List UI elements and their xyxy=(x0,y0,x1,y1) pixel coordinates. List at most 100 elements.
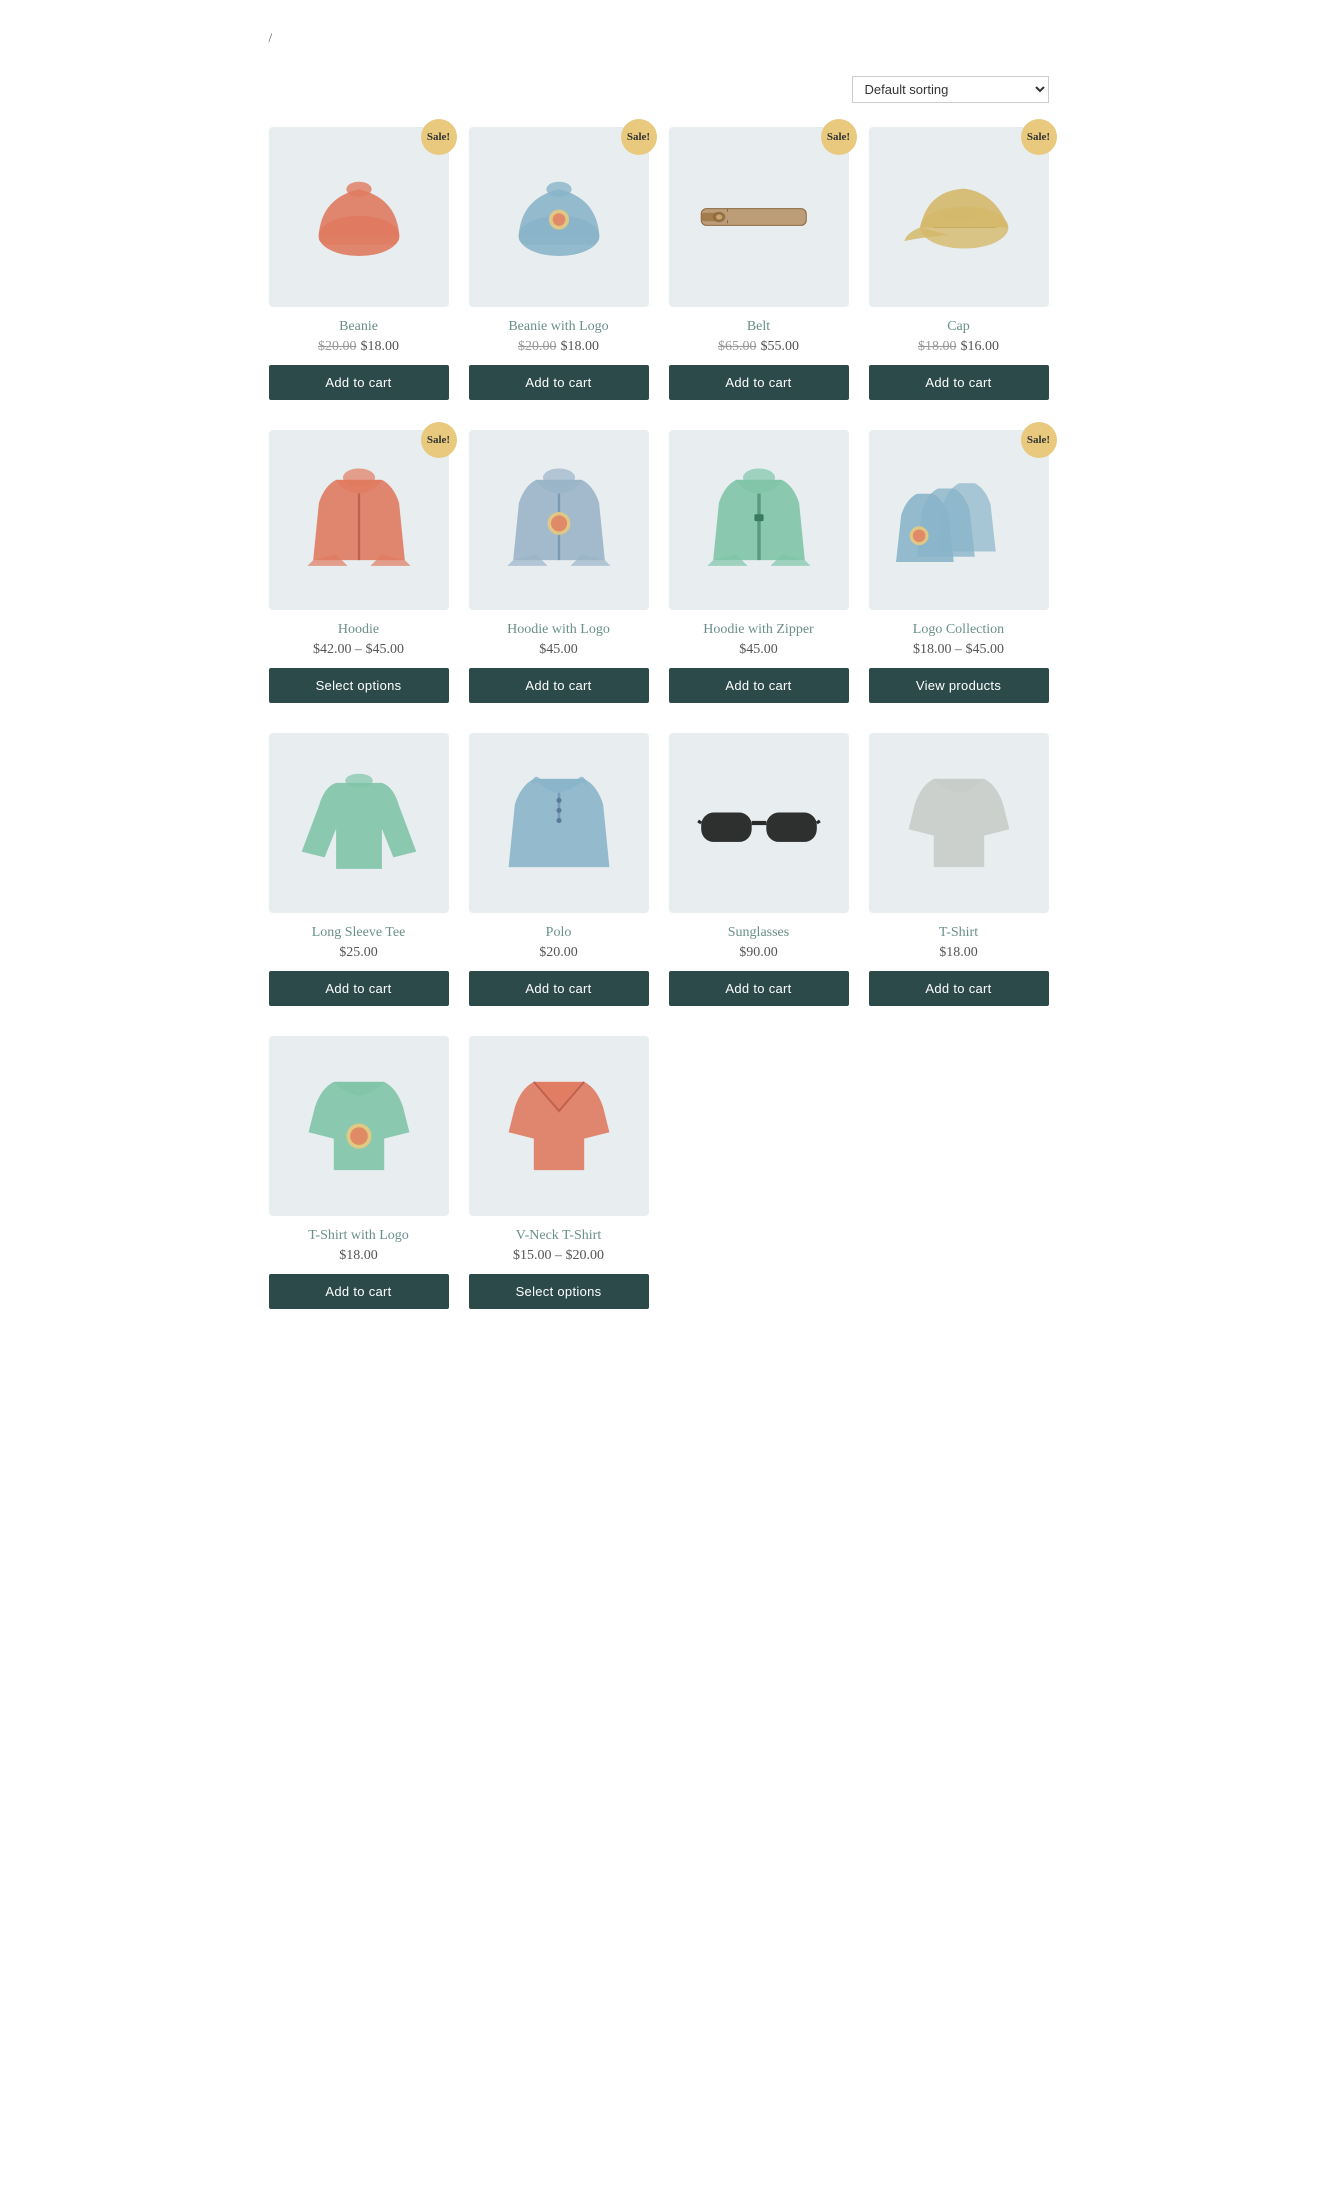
add-to-cart-button[interactable]: View products xyxy=(869,668,1049,703)
add-to-cart-button[interactable]: Add to cart xyxy=(669,668,849,703)
product-image xyxy=(469,127,649,307)
product-card: Sale! Hoodie $42.00 – $45.00 Select opti… xyxy=(269,430,449,703)
price-old: $20.00 xyxy=(318,339,357,354)
product-image-wrap xyxy=(469,430,649,610)
price: $15.00 – $20.00 xyxy=(513,1248,604,1263)
product-price: $25.00 xyxy=(339,945,378,961)
product-image xyxy=(469,733,649,913)
product-name: Beanie xyxy=(339,319,378,335)
product-image-wrap xyxy=(669,430,849,610)
product-image-wrap: Sale! xyxy=(269,127,449,307)
product-image-wrap xyxy=(869,733,1049,913)
sale-badge: Sale! xyxy=(821,119,857,155)
sale-badge: Sale! xyxy=(1021,119,1057,155)
price: $18.00 xyxy=(339,1248,378,1263)
add-to-cart-button[interactable]: Add to cart xyxy=(269,365,449,400)
product-card: Sale! Beanie $20.00 $18.00 Add to cart xyxy=(269,127,449,400)
product-price: $18.00 $16.00 xyxy=(918,339,999,355)
product-name: T-Shirt with Logo xyxy=(308,1228,409,1244)
price-new: $18.00 xyxy=(561,339,600,354)
product-name: Logo Collection xyxy=(913,622,1004,638)
add-to-cart-button[interactable]: Add to cart xyxy=(669,971,849,1006)
sort-select[interactable]: Default sorting Sort by popularity Sort … xyxy=(852,76,1049,103)
product-name: Polo xyxy=(546,925,572,941)
sale-badge: Sale! xyxy=(1021,422,1057,458)
product-name: Hoodie xyxy=(338,622,379,638)
product-image xyxy=(269,733,449,913)
add-to-cart-button[interactable]: Add to cart xyxy=(469,668,649,703)
product-image xyxy=(269,1036,449,1216)
product-card: Sunglasses $90.00 Add to cart xyxy=(669,733,849,1006)
product-price: $18.00 xyxy=(939,945,978,961)
product-name: Cap xyxy=(947,319,970,335)
product-name: T-Shirt xyxy=(939,925,978,941)
product-price: $20.00 xyxy=(539,945,578,961)
product-image xyxy=(269,127,449,307)
product-image-wrap: Sale! xyxy=(869,430,1049,610)
product-card: V-Neck T-Shirt $15.00 – $20.00 Select op… xyxy=(469,1036,649,1309)
product-image-wrap xyxy=(469,1036,649,1216)
add-to-cart-button[interactable]: Add to cart xyxy=(469,365,649,400)
product-price: $45.00 xyxy=(739,642,778,658)
price-old: $18.00 xyxy=(918,339,957,354)
product-image xyxy=(669,430,849,610)
add-to-cart-button[interactable]: Add to cart xyxy=(269,971,449,1006)
product-image-wrap xyxy=(669,733,849,913)
product-name: V-Neck T-Shirt xyxy=(516,1228,601,1244)
sale-badge: Sale! xyxy=(421,422,457,458)
sale-badge: Sale! xyxy=(621,119,657,155)
product-price: $42.00 – $45.00 xyxy=(313,642,404,658)
product-card: T-Shirt $18.00 Add to cart xyxy=(869,733,1049,1006)
add-to-cart-button[interactable]: Add to cart xyxy=(869,971,1049,1006)
add-to-cart-button[interactable]: Add to cart xyxy=(869,365,1049,400)
price: $42.00 – $45.00 xyxy=(313,642,404,657)
breadcrumb: / xyxy=(269,30,1049,46)
product-image-wrap: Sale! xyxy=(469,127,649,307)
product-price: $18.00 xyxy=(339,1248,378,1264)
product-price: $18.00 – $45.00 xyxy=(913,642,1004,658)
price: $90.00 xyxy=(739,945,778,960)
add-to-cart-button[interactable]: Add to cart xyxy=(269,1274,449,1309)
product-name: Hoodie with Logo xyxy=(507,622,610,638)
product-image-wrap: Sale! xyxy=(269,430,449,610)
product-price: $45.00 xyxy=(539,642,578,658)
price: $18.00 – $45.00 xyxy=(913,642,1004,657)
product-name: Sunglasses xyxy=(728,925,789,941)
price-new: $55.00 xyxy=(761,339,800,354)
breadcrumb-separator: / xyxy=(269,30,273,45)
add-to-cart-button[interactable]: Add to cart xyxy=(669,365,849,400)
product-image xyxy=(869,127,1049,307)
product-card: Sale! Belt $65.00$55.00 Add to cart xyxy=(669,127,849,400)
sale-badge: Sale! xyxy=(421,119,457,155)
product-image xyxy=(669,127,849,307)
product-card: Long Sleeve Tee $25.00 Add to cart xyxy=(269,733,449,1006)
product-card: Hoodie with Logo $45.00 Add to cart xyxy=(469,430,649,703)
product-card: Hoodie with Zipper $45.00 Add to cart xyxy=(669,430,849,703)
price: $18.00 xyxy=(939,945,978,960)
product-name: Belt xyxy=(747,319,770,335)
price-old: $20.00 xyxy=(518,339,557,354)
product-price: $90.00 xyxy=(739,945,778,961)
product-image-wrap: Sale! xyxy=(669,127,849,307)
product-image xyxy=(269,430,449,610)
product-image-wrap: Sale! xyxy=(869,127,1049,307)
add-to-cart-button[interactable]: Select options xyxy=(469,1274,649,1309)
product-name: Beanie with Logo xyxy=(508,319,608,335)
product-name: Hoodie with Zipper xyxy=(703,622,813,638)
products-grid: Sale! Beanie $20.00 $18.00 Add to cart Sa… xyxy=(269,127,1049,1309)
product-price: $65.00$55.00 xyxy=(718,339,799,355)
product-card: Sale! Beanie with Logo $20.00 $18.00 Add … xyxy=(469,127,649,400)
product-card: Sale! Logo Collection $18.00 – $45.00 Vi… xyxy=(869,430,1049,703)
price-new: $18.00 xyxy=(361,339,400,354)
price: $45.00 xyxy=(739,642,778,657)
add-to-cart-button[interactable]: Add to cart xyxy=(469,971,649,1006)
product-image xyxy=(469,1036,649,1216)
toolbar: Default sorting Sort by popularity Sort … xyxy=(269,76,1049,103)
price-new: $16.00 xyxy=(961,339,1000,354)
add-to-cart-button[interactable]: Select options xyxy=(269,668,449,703)
price: $20.00 xyxy=(539,945,578,960)
product-card: Sale! Cap $18.00 $16.00 Add to cart xyxy=(869,127,1049,400)
product-image-wrap xyxy=(469,733,649,913)
product-card: T-Shirt with Logo $18.00 Add to cart xyxy=(269,1036,449,1309)
product-image xyxy=(869,430,1049,610)
